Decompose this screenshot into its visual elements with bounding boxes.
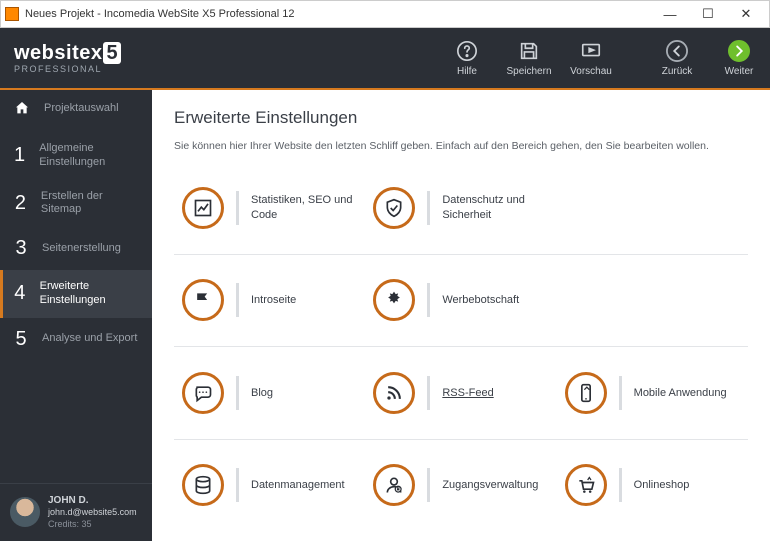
- page-description: Sie können hier Ihrer Website den letzte…: [174, 140, 748, 152]
- tile-mobile[interactable]: Mobile Anwendung: [557, 347, 748, 439]
- tile-blog[interactable]: Blog: [174, 347, 365, 439]
- preview-button[interactable]: Vorschau: [560, 28, 622, 88]
- intro-icon: [182, 279, 224, 321]
- sidebar-step-5[interactable]: 5Analyse und Export: [0, 318, 152, 361]
- stats-icon: [182, 187, 224, 229]
- tile-stats[interactable]: Statistiken, SEO und Code: [174, 162, 365, 254]
- data-icon: [182, 464, 224, 506]
- tile-intro[interactable]: Introseite: [174, 255, 365, 347]
- sidebar-step-2[interactable]: 2Erstellen der Sitemap: [0, 180, 152, 228]
- app-icon: [5, 7, 19, 21]
- tile-access[interactable]: Zugangsverwaltung: [365, 440, 556, 532]
- tile-grid: Statistiken, SEO und Code Datenschutz und…: [174, 162, 748, 531]
- sidebar-step-3[interactable]: 3Seitenerstellung: [0, 227, 152, 270]
- sidebar: Projektauswahl 1Allgemeine Einstellungen…: [0, 90, 152, 541]
- tile-label: Mobile Anwendung: [634, 386, 727, 400]
- blog-icon: [182, 372, 224, 414]
- window-title: Neues Projekt - Incomedia WebSite X5 Pro…: [25, 8, 294, 20]
- sidebar-step-1[interactable]: 1Allgemeine Einstellungen: [0, 132, 152, 180]
- tile-ad[interactable]: Werbebotschaft: [365, 255, 556, 347]
- window-close-button[interactable]: ✕: [727, 3, 765, 25]
- privacy-icon: [373, 187, 415, 229]
- shop-icon: [565, 464, 607, 506]
- access-icon: [373, 464, 415, 506]
- avatar: [10, 497, 40, 527]
- tile-shop[interactable]: Onlineshop: [557, 440, 748, 532]
- user-name: JOHN D.: [48, 494, 137, 507]
- tile-rss[interactable]: RSS-Feed: [365, 347, 556, 439]
- tile-label: Onlineshop: [634, 478, 690, 492]
- tile-label: Werbebotschaft: [442, 293, 519, 307]
- rss-icon: [373, 372, 415, 414]
- tile-label: Zugangsverwaltung: [442, 478, 538, 492]
- user-panel[interactable]: JOHN D. john.d@website5.com Credits: 35: [0, 483, 152, 541]
- window-titlebar: Neues Projekt - Incomedia WebSite X5 Pro…: [0, 0, 770, 28]
- window-minimize-button[interactable]: —: [651, 3, 689, 25]
- app-header: websitex5 PROFESSIONAL Hilfe Speichern V…: [0, 28, 770, 90]
- tile-label: RSS-Feed: [442, 386, 493, 400]
- tile-label: Blog: [251, 386, 273, 400]
- main-content: Erweiterte Einstellungen Sie können hier…: [152, 90, 770, 541]
- brand-logo: websitex5 PROFESSIONAL: [0, 28, 152, 88]
- tile-label: Datenmanagement: [251, 478, 345, 492]
- mobile-icon: [565, 372, 607, 414]
- home-icon: [14, 100, 30, 116]
- save-button[interactable]: Speichern: [498, 28, 560, 88]
- page-title: Erweiterte Einstellungen: [174, 108, 748, 128]
- user-credits: Credits: 35: [48, 519, 137, 531]
- sidebar-home[interactable]: Projektauswahl: [0, 90, 152, 132]
- ad-icon: [373, 279, 415, 321]
- sidebar-step-4[interactable]: 4Erweiterte Einstellungen: [0, 270, 152, 318]
- tile-data[interactable]: Datenmanagement: [174, 440, 365, 532]
- help-button[interactable]: Hilfe: [436, 28, 498, 88]
- tile-privacy[interactable]: Datenschutz und Sicherheit: [365, 162, 556, 254]
- user-email: john.d@website5.com: [48, 507, 137, 519]
- next-button[interactable]: Weiter: [708, 28, 770, 88]
- window-maximize-button[interactable]: ☐: [689, 3, 727, 25]
- sidebar-home-label: Projektauswahl: [44, 102, 119, 114]
- tile-label: Datenschutz und Sicherheit: [442, 193, 548, 222]
- back-button[interactable]: Zurück: [646, 28, 708, 88]
- tile-label: Statistiken, SEO und Code: [251, 193, 357, 222]
- tile-label: Introseite: [251, 293, 296, 307]
